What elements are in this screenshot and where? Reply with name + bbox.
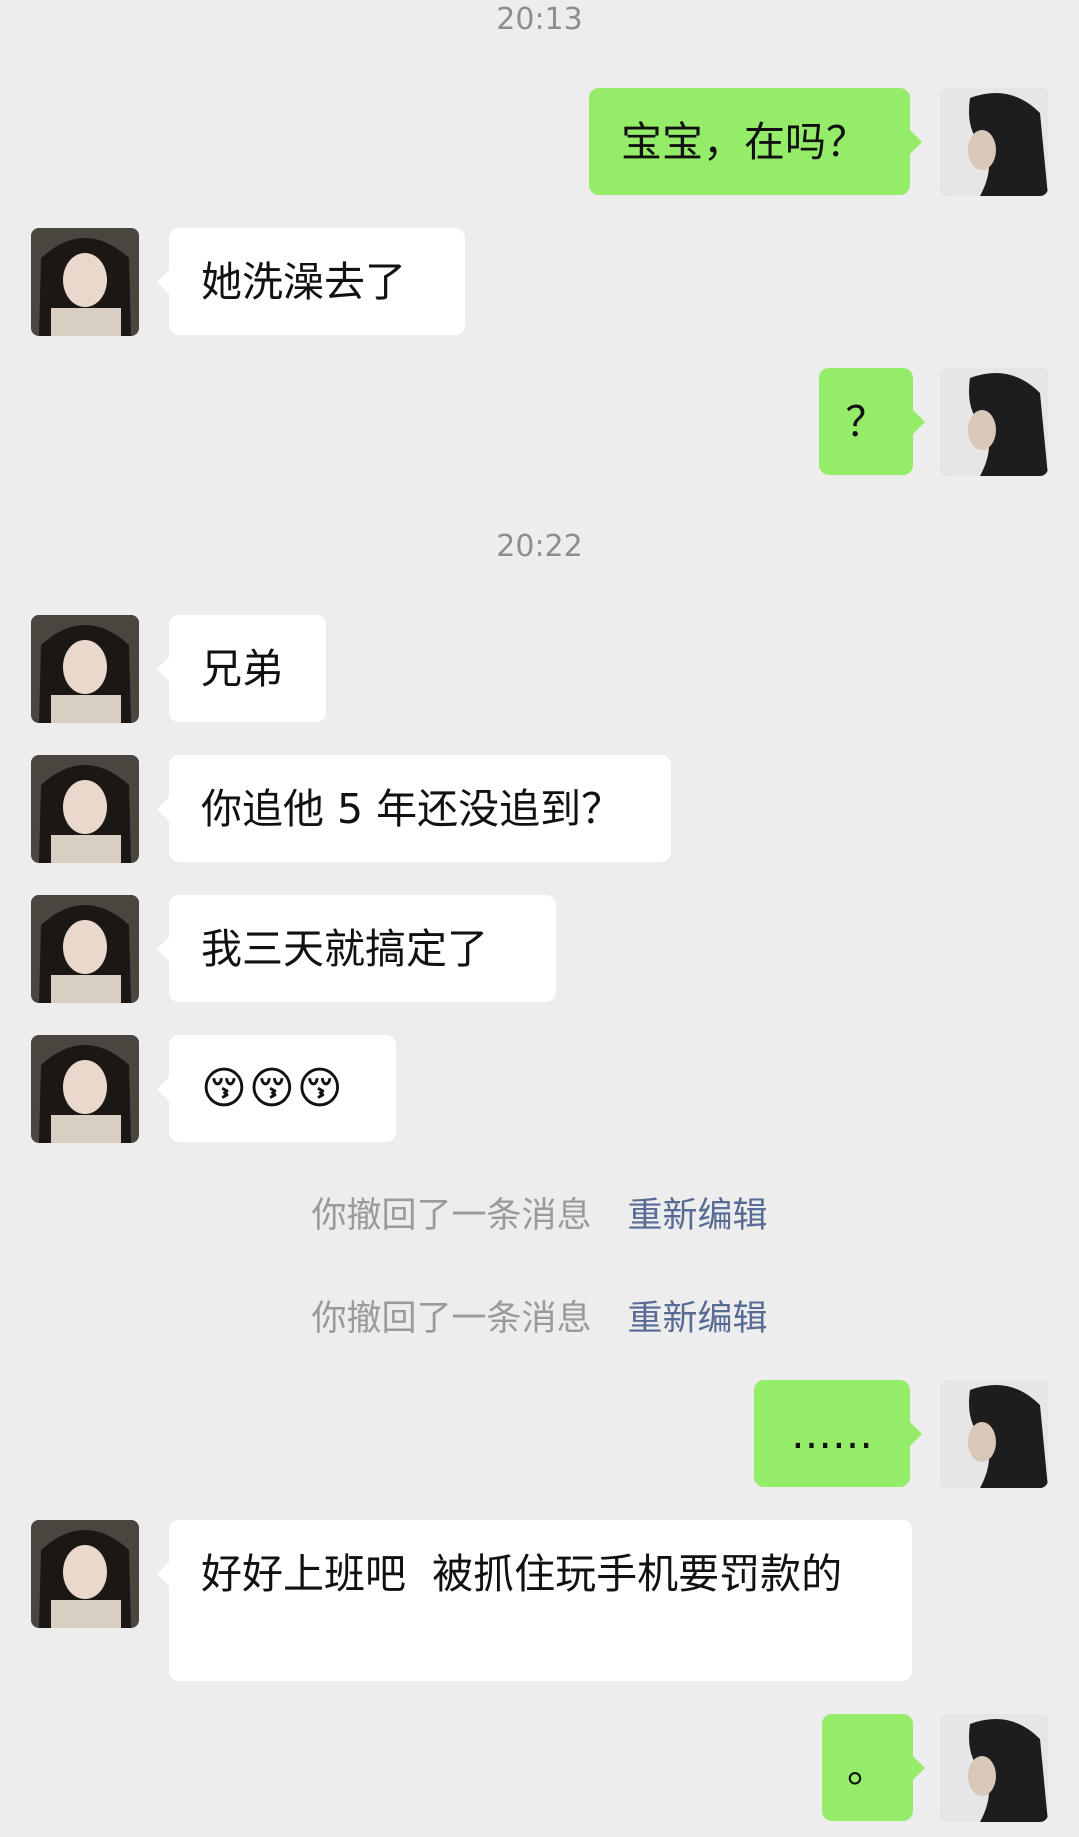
recall-text: 你撤回了一条消息 <box>311 1196 592 1236</box>
re-edit-link[interactable]: 重新编辑 <box>628 1196 768 1236</box>
received-message[interactable]: 我三天就搞定了 <box>157 895 556 1002</box>
sent-message[interactable]: ？ <box>819 368 925 475</box>
received-message[interactable]: 好好上班吧 被抓住玩手机要罚款的 <box>157 1520 912 1681</box>
avatar-her-icon[interactable] <box>31 1520 139 1628</box>
avatar-her-icon[interactable] <box>31 895 139 1003</box>
sent-message[interactable]: 。 <box>822 1714 925 1821</box>
recall-notice: 你撤回了一条消息 重新编辑 <box>0 1290 1079 1341</box>
avatar-me-icon[interactable] <box>940 1714 1048 1822</box>
re-edit-link[interactable]: 重新编辑 <box>628 1299 768 1339</box>
avatar-her-icon[interactable] <box>31 228 139 336</box>
recall-notice: 你撤回了一条消息 重新编辑 <box>0 1187 1079 1238</box>
avatar-me-icon[interactable] <box>940 88 1048 196</box>
avatar-me-icon[interactable] <box>940 1380 1048 1488</box>
received-message[interactable]: 你追他 5 年还没追到？ <box>157 755 671 862</box>
timestamp: 20:22 <box>496 529 583 564</box>
received-message[interactable]: 她洗澡去了 <box>157 228 465 335</box>
sent-message[interactable]: …… <box>754 1380 922 1487</box>
timestamp: 20:13 <box>496 2 583 37</box>
sent-message[interactable]: 宝宝，在吗？ <box>589 88 922 195</box>
avatar-her-icon[interactable] <box>31 1035 139 1143</box>
avatar-her-icon[interactable] <box>31 755 139 863</box>
avatar-her-icon[interactable] <box>31 615 139 723</box>
received-message[interactable]: 兄弟 <box>157 615 326 722</box>
recall-text: 你撤回了一条消息 <box>311 1299 592 1339</box>
received-emoji-message[interactable]: 😚😚😚 <box>157 1035 396 1142</box>
avatar-me-icon[interactable] <box>940 368 1048 476</box>
